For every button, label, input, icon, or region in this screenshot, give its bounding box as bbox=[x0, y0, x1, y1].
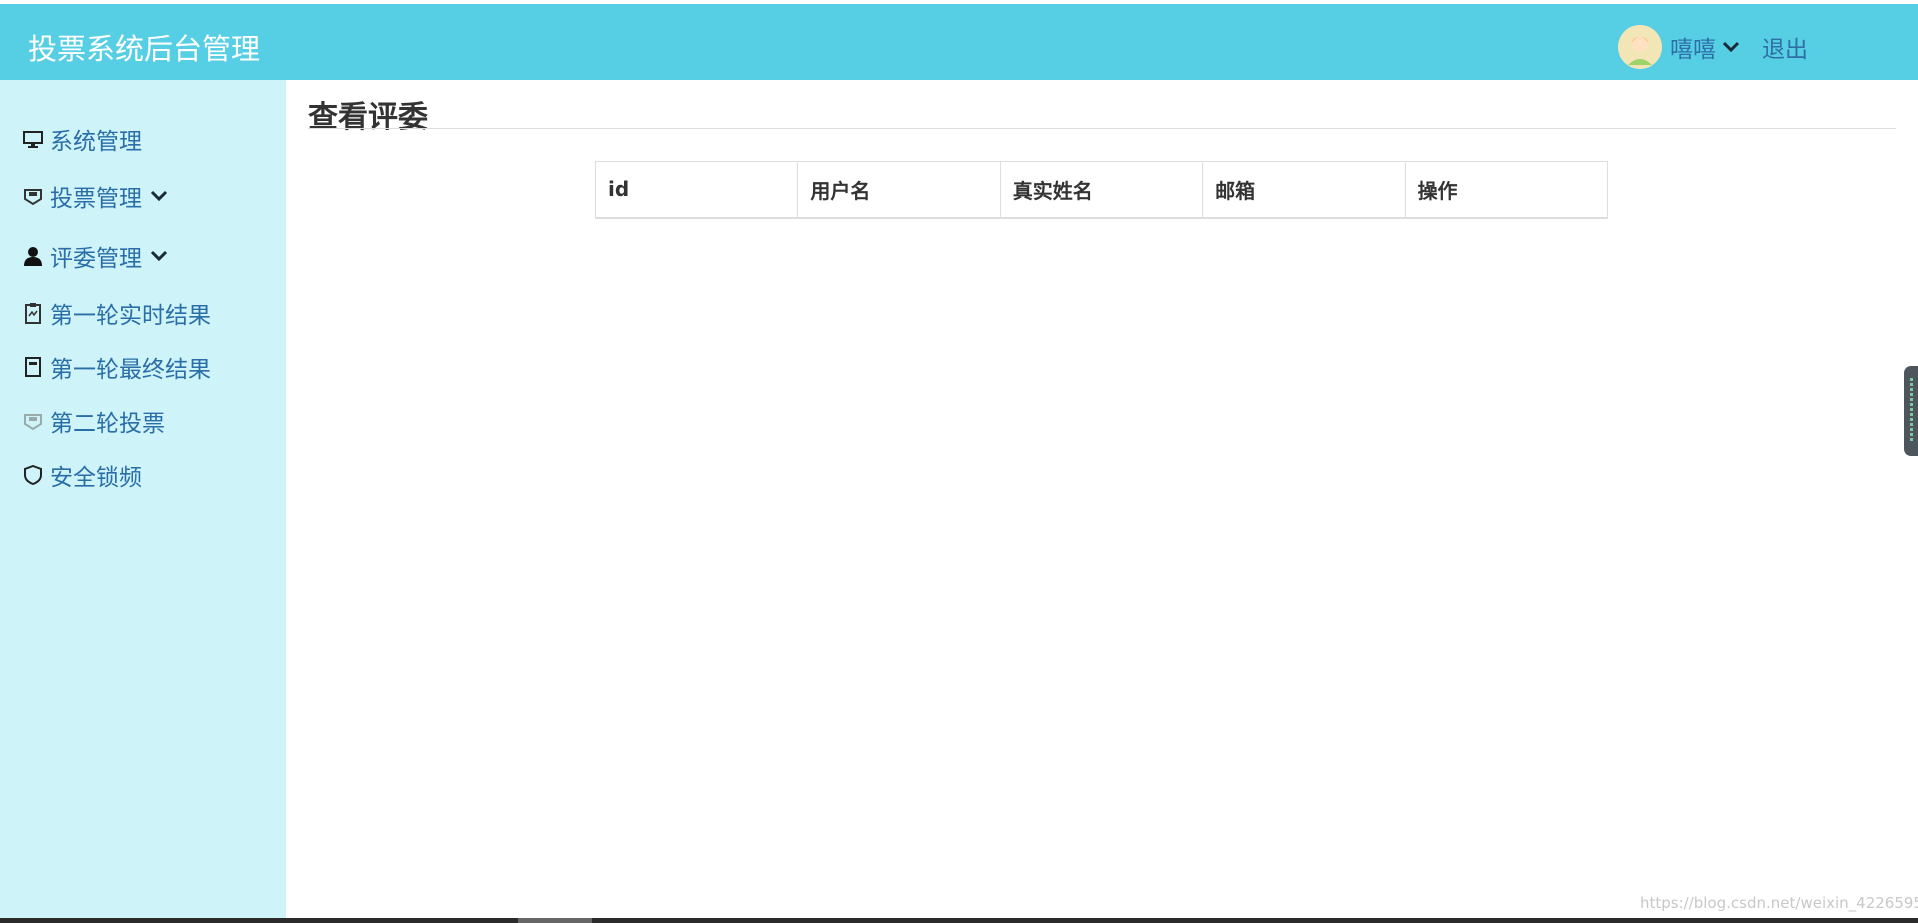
title-divider bbox=[308, 128, 1896, 129]
column-header-actions: 操作 bbox=[1404, 161, 1608, 219]
user-name-dropdown[interactable]: 嘻嘻 bbox=[1670, 30, 1716, 64]
clipboard-icon bbox=[22, 302, 44, 324]
page-title: 查看评委 bbox=[308, 100, 428, 135]
column-header-id: id bbox=[595, 161, 798, 219]
sidebar-item-judges[interactable]: 评委管理 bbox=[22, 239, 168, 273]
avatar-icon bbox=[1618, 25, 1662, 69]
monitor-icon bbox=[22, 128, 44, 150]
chevron-down-icon[interactable] bbox=[1722, 41, 1740, 53]
sidebar-item-voting[interactable]: 投票管理 bbox=[22, 179, 168, 213]
scrollbar-thumb[interactable] bbox=[518, 918, 592, 923]
user-icon bbox=[22, 245, 44, 267]
chevron-down-icon bbox=[150, 190, 168, 202]
sidebar-item-label: 评委管理 bbox=[50, 246, 142, 272]
app-title: 投票系统后台管理 bbox=[28, 32, 261, 66]
sidebar-item-round2-voting[interactable]: 第二轮投票 bbox=[22, 404, 165, 438]
column-header-username: 用户名 bbox=[797, 161, 1001, 219]
sidebar-item-label: 第二轮投票 bbox=[50, 411, 165, 437]
document-icon bbox=[22, 356, 44, 378]
logout-link[interactable]: 退出 bbox=[1762, 30, 1808, 64]
sidebar-item-label: 投票管理 bbox=[50, 186, 142, 212]
app-header: 投票系统后台管理 嘻嘻 退出 bbox=[0, 4, 1918, 80]
side-drawer-handle[interactable] bbox=[1904, 366, 1918, 456]
column-header-email: 邮箱 bbox=[1202, 161, 1406, 219]
watermark: https://blog.csdn.net/weixin_42265951 bbox=[1640, 894, 1918, 912]
ballot-box-icon bbox=[22, 185, 44, 207]
sidebar-item-label: 系统管理 bbox=[50, 129, 142, 155]
main-content: 查看评委 id 用户名 真实姓名 邮箱 操作 bbox=[286, 80, 1918, 918]
sidebar-item-label: 第一轮实时结果 bbox=[50, 303, 211, 329]
table-header-row: id 用户名 真实姓名 邮箱 操作 bbox=[595, 161, 1608, 219]
ballot-box-icon bbox=[22, 410, 44, 432]
shield-icon bbox=[22, 464, 44, 486]
sidebar-item-label: 第一轮最终结果 bbox=[50, 357, 211, 383]
judges-table: id 用户名 真实姓名 邮箱 操作 bbox=[595, 161, 1608, 219]
sidebar: 系统管理 投票管理 评委管理 第一轮实时结果 第一轮最终结果 第二轮投票 安全锁… bbox=[0, 80, 286, 918]
bottom-scrollbar[interactable] bbox=[0, 918, 1918, 923]
sidebar-item-system[interactable]: 系统管理 bbox=[22, 122, 142, 156]
sidebar-item-round1-final[interactable]: 第一轮最终结果 bbox=[22, 350, 211, 384]
column-header-real-name: 真实姓名 bbox=[999, 161, 1203, 219]
sidebar-item-label: 安全锁频 bbox=[50, 465, 142, 491]
chevron-down-icon bbox=[150, 250, 168, 262]
user-avatar[interactable] bbox=[1618, 25, 1662, 69]
sidebar-item-round1-live[interactable]: 第一轮实时结果 bbox=[22, 296, 211, 330]
user-area: 嘻嘻 退出 bbox=[1618, 24, 1808, 70]
handle-grip bbox=[1910, 378, 1913, 442]
sidebar-item-security-lock[interactable]: 安全锁频 bbox=[22, 458, 142, 492]
